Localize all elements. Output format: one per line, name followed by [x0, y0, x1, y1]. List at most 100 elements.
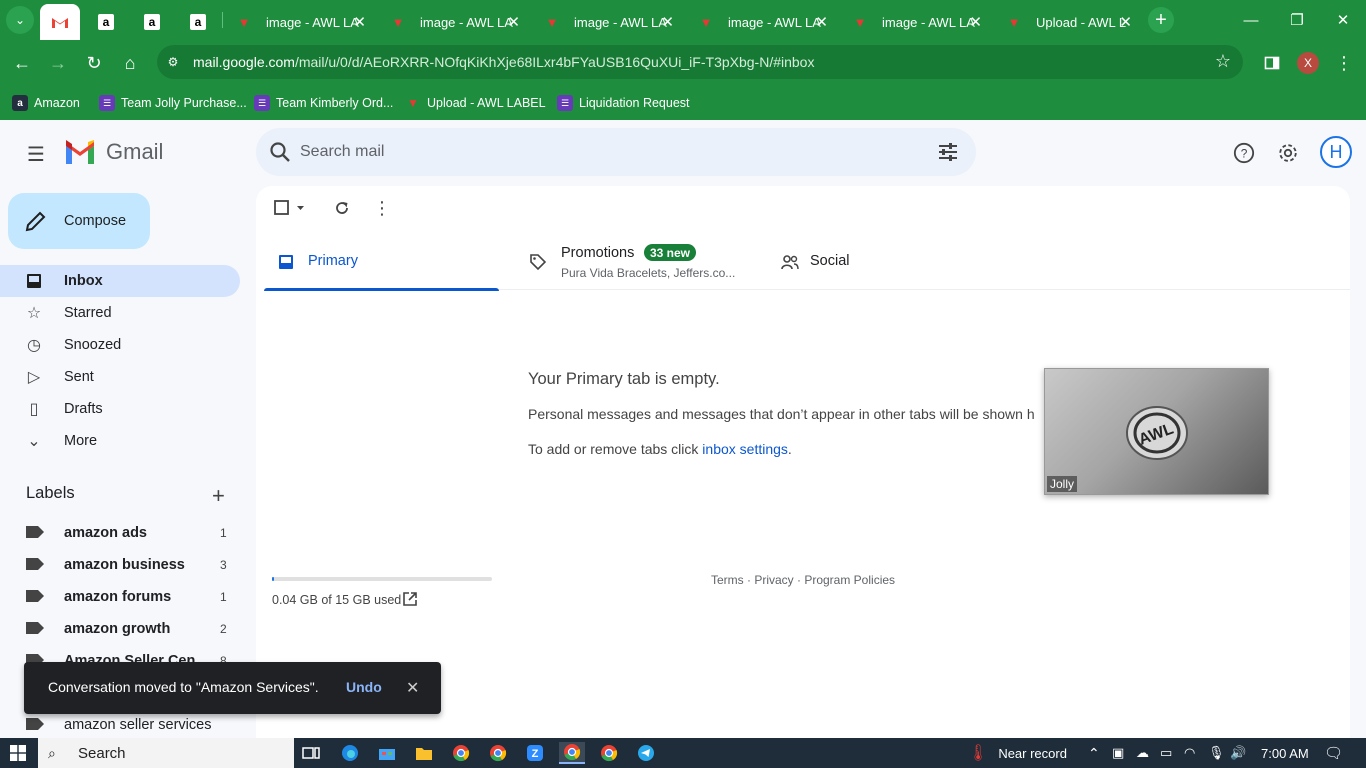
browser-tab-amazon-3[interactable]: a — [178, 4, 218, 40]
tab-promotions[interactable]: Promotions 33 new Pura Vida Bracelets, J… — [516, 234, 766, 290]
help-icon[interactable]: ? — [1232, 141, 1256, 165]
weather-widget[interactable]: 🌡 Near record — [968, 738, 1067, 768]
wifi-icon[interactable]: ◠ — [1184, 738, 1195, 768]
notifications-icon[interactable]: 🗨 — [1324, 738, 1343, 768]
windows-start-icon[interactable] — [0, 738, 36, 768]
task-view-icon[interactable] — [298, 742, 324, 764]
store-icon[interactable] — [374, 742, 400, 764]
amazon-icon: a — [98, 14, 114, 30]
forward-arrow-icon[interactable]: → — [43, 48, 73, 78]
add-label-icon[interactable]: + — [212, 483, 225, 509]
account-avatar[interactable]: H — [1320, 136, 1352, 168]
chrome-icon[interactable] — [448, 742, 474, 764]
file-explorer-icon[interactable] — [411, 742, 437, 764]
main-menu-icon[interactable]: ☰ — [24, 142, 48, 166]
search-input[interactable] — [300, 140, 900, 164]
browser-profile-avatar[interactable]: X — [1297, 52, 1319, 74]
browser-tab-gmail[interactable] — [40, 4, 80, 40]
footer-links[interactable]: Terms · Privacy · Program Policies — [711, 573, 895, 587]
close-tab-icon[interactable]: ✕ — [815, 13, 828, 31]
edge-browser-icon[interactable] — [337, 742, 363, 764]
new-tab-button[interactable]: + — [1148, 7, 1174, 33]
browser-tab-amazon-1[interactable]: a — [86, 4, 126, 40]
sidebar-item-drafts[interactable]: ▯ Drafts — [0, 393, 240, 425]
close-tab-icon[interactable]: ✕ — [661, 13, 674, 31]
browser-tab-image-1[interactable]: ▼ image - AWL LA ✕ — [224, 4, 376, 40]
bookmark-team-kimberly[interactable]: ☰ Team Kimberly Ord... — [254, 92, 393, 114]
gmail-icon — [52, 14, 68, 30]
close-tab-icon[interactable]: ✕ — [1119, 13, 1132, 31]
microphone-icon[interactable]: 🎙 — [1208, 738, 1225, 768]
refresh-icon[interactable] — [332, 198, 352, 218]
close-window-button[interactable]: ✕ — [1320, 0, 1366, 40]
bookmark-team-jolly[interactable]: ☰ Team Jolly Purchase... — [99, 92, 247, 114]
home-icon[interactable]: ⌂ — [115, 48, 145, 78]
search-bar[interactable] — [256, 128, 976, 176]
tray-chevron-up-icon[interactable]: ⌃ — [1088, 738, 1100, 768]
more-options-icon[interactable]: ⋮ — [372, 198, 392, 218]
snackbar-message: Conversation moved to "Amazon Services". — [48, 679, 319, 695]
windows-taskbar: ⌕ Search Z 🌡 Near record ⌃ ▣ ☁ ▭ ◠ 🎙 🔊 7… — [0, 738, 1366, 768]
close-tab-icon[interactable]: ✕ — [353, 13, 366, 31]
taskbar-search-box[interactable]: ⌕ Search — [38, 738, 294, 768]
select-all-checkbox[interactable] — [274, 198, 306, 218]
sidebar-item-inbox[interactable]: Inbox — [0, 265, 240, 297]
gmail-logo[interactable]: Gmail — [64, 139, 163, 165]
url-text[interactable]: mail.google.com/mail/u/0/d/AEoRXRR-NOfqK… — [193, 54, 814, 70]
reload-icon[interactable]: ↻ — [79, 48, 109, 78]
label-item[interactable]: amazon forums 1 — [0, 581, 240, 613]
label-item[interactable]: amazon ads 1 — [0, 517, 240, 549]
browser-tab-amazon-2[interactable]: a — [132, 4, 172, 40]
telegram-icon[interactable] — [633, 742, 659, 764]
site-info-icon[interactable]: ⚙ — [165, 54, 181, 70]
onedrive-icon[interactable]: ☁ — [1136, 738, 1149, 768]
browser-tab-image-3[interactable]: ▼ image - AWL LA ✕ — [532, 4, 684, 40]
bookmark-amazon[interactable]: a Amazon — [12, 92, 80, 114]
chrome-icon[interactable] — [596, 742, 622, 764]
chrome-icon[interactable] — [485, 742, 511, 764]
browser-tab-image-4[interactable]: ▼ image - AWL LA ✕ — [686, 4, 838, 40]
close-tab-icon[interactable]: ✕ — [507, 13, 520, 31]
undo-button[interactable]: Undo — [346, 679, 382, 695]
external-link-icon[interactable] — [402, 591, 418, 607]
volume-icon[interactable]: 🔊 — [1230, 738, 1246, 768]
draft-icon: ▯ — [29, 401, 39, 418]
minimize-button[interactable]: — — [1228, 0, 1274, 40]
settings-gear-icon[interactable] — [1276, 141, 1300, 165]
search-icon[interactable] — [268, 140, 292, 164]
close-icon[interactable]: ✕ — [406, 678, 419, 698]
search-options-icon[interactable] — [936, 140, 960, 164]
sidebar-item-more[interactable]: ⌄ More — [0, 425, 240, 457]
close-tab-icon[interactable]: ✕ — [969, 13, 982, 31]
bookmark-star-icon[interactable]: ☆ — [1215, 51, 1231, 72]
sidebar-item-snoozed[interactable]: ◷ Snoozed — [0, 329, 240, 361]
chrome-icon[interactable] — [559, 742, 585, 764]
sidebar-item-starred[interactable]: ☆ Starred — [0, 297, 240, 329]
browser-tab-upload[interactable]: ▼ Upload - AWL L ✕ — [994, 4, 1142, 40]
label-item[interactable]: amazon growth 2 — [0, 613, 240, 645]
tab-search-chevron-icon[interactable]: ⌄ — [6, 6, 34, 34]
label-item[interactable]: amazon business 3 — [0, 549, 240, 581]
address-bar[interactable]: ⚙ mail.google.com/mail/u/0/d/AEoRXRR-NOf… — [157, 45, 1243, 79]
tab-separator — [222, 12, 223, 28]
inbox-settings-link[interactable]: inbox settings — [702, 441, 788, 457]
sidebar-item-sent[interactable]: ▷ Sent — [0, 361, 240, 393]
browser-tab-image-2[interactable]: ▼ image - AWL LA ✕ — [378, 4, 530, 40]
battery-icon[interactable]: ▭ — [1160, 738, 1172, 768]
meet-now-icon[interactable]: ▣ — [1112, 738, 1124, 768]
tab-primary[interactable]: Primary — [264, 234, 499, 291]
compose-button[interactable]: Compose — [8, 193, 150, 249]
browser-tab-image-5[interactable]: ▼ image - AWL LA ✕ — [840, 4, 992, 40]
video-pip-window[interactable]: AWL Jolly — [1044, 368, 1269, 495]
bookmark-liquidation[interactable]: ☰ Liquidation Request — [557, 92, 690, 114]
restore-button[interactable]: ❐ — [1274, 0, 1320, 40]
bookmark-upload-awl[interactable]: ▼ Upload - AWL LABEL — [405, 92, 546, 114]
awl-badge-image: AWL — [1126, 406, 1188, 460]
side-panel-icon[interactable] — [1257, 48, 1287, 78]
browser-menu-icon[interactable]: ⋮ — [1329, 48, 1359, 78]
clock-time[interactable]: 7:00 AM — [1261, 738, 1309, 768]
back-arrow-icon[interactable]: ← — [7, 48, 37, 78]
awl-icon: ▼ — [853, 14, 867, 30]
zoom-app-icon[interactable]: Z — [522, 742, 548, 764]
tab-social[interactable]: Social — [768, 234, 988, 290]
